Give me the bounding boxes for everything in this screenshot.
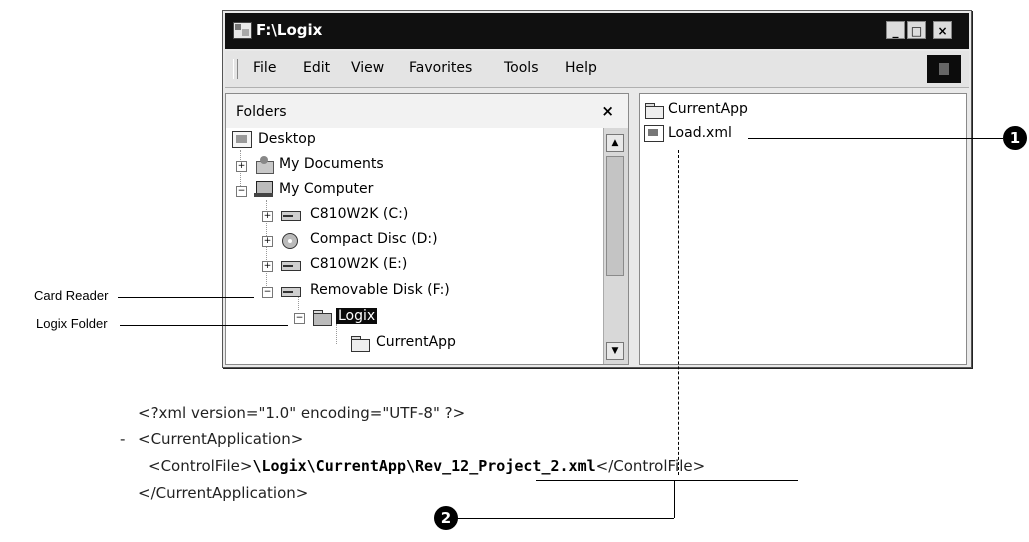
- xml-controlfile-close-tag: </ControlFile>: [595, 457, 706, 475]
- open-folder-icon: [312, 308, 332, 326]
- tree-line: [336, 324, 337, 344]
- tree-item-label: My Documents: [279, 156, 384, 172]
- folders-pane-title: Folders: [236, 104, 287, 120]
- my-computer-icon: [254, 181, 274, 198]
- contents-pane: CurrentApp Load.xml: [639, 93, 967, 365]
- menu-bar: File Edit View Favorites Tools Help: [225, 51, 969, 88]
- tree-item-label: C810W2K (E:): [310, 256, 408, 272]
- card-reader-leader-line: [118, 297, 254, 298]
- control-file-underline: [536, 480, 798, 481]
- menu-help[interactable]: Help: [565, 60, 597, 76]
- drive-icon: [280, 206, 301, 223]
- window-title: F:\Logix: [256, 21, 323, 39]
- xml-controlfile-line: <ControlFile>\Logix\CurrentApp\Rev_12_Pr…: [148, 457, 705, 475]
- toolbar-grip[interactable]: [233, 59, 238, 79]
- tree-item-label: Logix: [336, 308, 378, 324]
- tree-item-label: C810W2K (C:): [310, 206, 409, 222]
- expand-toggle[interactable]: +: [262, 211, 273, 222]
- xml-declaration-line: <?xml version="1.0" encoding="UTF-8" ?>: [138, 404, 466, 422]
- logix-folder-label: Logix Folder: [36, 316, 108, 331]
- folder-icon: [644, 101, 664, 119]
- folders-pane-close-button[interactable]: ×: [601, 102, 614, 120]
- callout-2-badge: 2: [434, 506, 458, 530]
- maximize-button[interactable]: □: [907, 21, 926, 39]
- minimize-button[interactable]: _: [886, 21, 905, 39]
- my-documents-icon: [254, 156, 274, 174]
- folder-tree-scrollbar[interactable]: ▲ ▼: [603, 128, 628, 364]
- callout-2-leader-line: [456, 518, 674, 519]
- list-item-label: Load.xml: [668, 125, 732, 141]
- folder-icon: [350, 334, 370, 352]
- drive-icon: [280, 256, 301, 273]
- folder-tree: Desktop + My Documents − My Computer + C…: [226, 128, 602, 364]
- menu-favorites[interactable]: Favorites: [409, 60, 472, 76]
- xml-controlfile-path: \Logix\CurrentApp\: [252, 457, 416, 475]
- collapse-toggle[interactable]: −: [262, 287, 273, 298]
- callout-2-stem: [674, 480, 675, 518]
- callout-dashed-connector: [678, 150, 679, 475]
- xml-file-icon: [644, 125, 664, 142]
- cd-drive-icon: [280, 231, 300, 249]
- menu-tools[interactable]: Tools: [504, 60, 539, 76]
- expand-toggle[interactable]: +: [262, 261, 273, 272]
- tree-item-label: Removable Disk (F:): [310, 282, 450, 298]
- scroll-up-arrow-icon[interactable]: ▲: [606, 134, 624, 152]
- callout-1-badge: 1: [1003, 126, 1027, 150]
- card-reader-label: Card Reader: [34, 288, 109, 303]
- tree-item-label: My Computer: [279, 181, 374, 197]
- collapse-toggle[interactable]: −: [236, 186, 247, 197]
- explorer-window: F:\Logix _ □ × File Edit View Favorites …: [222, 10, 972, 368]
- list-item-label: CurrentApp: [668, 101, 748, 117]
- tree-item-label: Desktop: [258, 131, 316, 147]
- close-button[interactable]: ×: [933, 21, 952, 39]
- xml-open-currentapplication: <CurrentApplication>: [138, 430, 304, 448]
- folders-pane-header: Folders ×: [226, 94, 628, 128]
- removable-disk-icon: [280, 282, 301, 299]
- menu-file[interactable]: File: [253, 60, 276, 76]
- scroll-down-arrow-icon[interactable]: ▼: [606, 342, 624, 360]
- xml-controlfile-filename: Rev_12_Project_2.xml: [415, 457, 596, 475]
- folder-window-icon: [233, 22, 252, 39]
- collapse-toggle[interactable]: −: [294, 313, 305, 324]
- desktop-icon: [232, 131, 252, 148]
- scrollbar-thumb[interactable]: [606, 156, 624, 276]
- windows-logo-icon: [927, 55, 961, 83]
- xml-close-currentapplication: </CurrentApplication>: [138, 484, 309, 502]
- expand-toggle[interactable]: +: [236, 161, 247, 172]
- title-bar[interactable]: F:\Logix _ □ ×: [225, 13, 969, 49]
- xml-collapse-dash: -: [120, 430, 126, 448]
- menu-view[interactable]: View: [351, 60, 384, 76]
- menu-edit[interactable]: Edit: [303, 60, 330, 76]
- tree-item-label: CurrentApp: [376, 334, 456, 350]
- logix-folder-leader-line: [120, 325, 288, 326]
- tree-item-label: Compact Disc (D:): [310, 231, 438, 247]
- xml-controlfile-open-tag: <ControlFile>: [148, 457, 253, 475]
- callout-1-leader-line: [748, 138, 1003, 139]
- expand-toggle[interactable]: +: [262, 236, 273, 247]
